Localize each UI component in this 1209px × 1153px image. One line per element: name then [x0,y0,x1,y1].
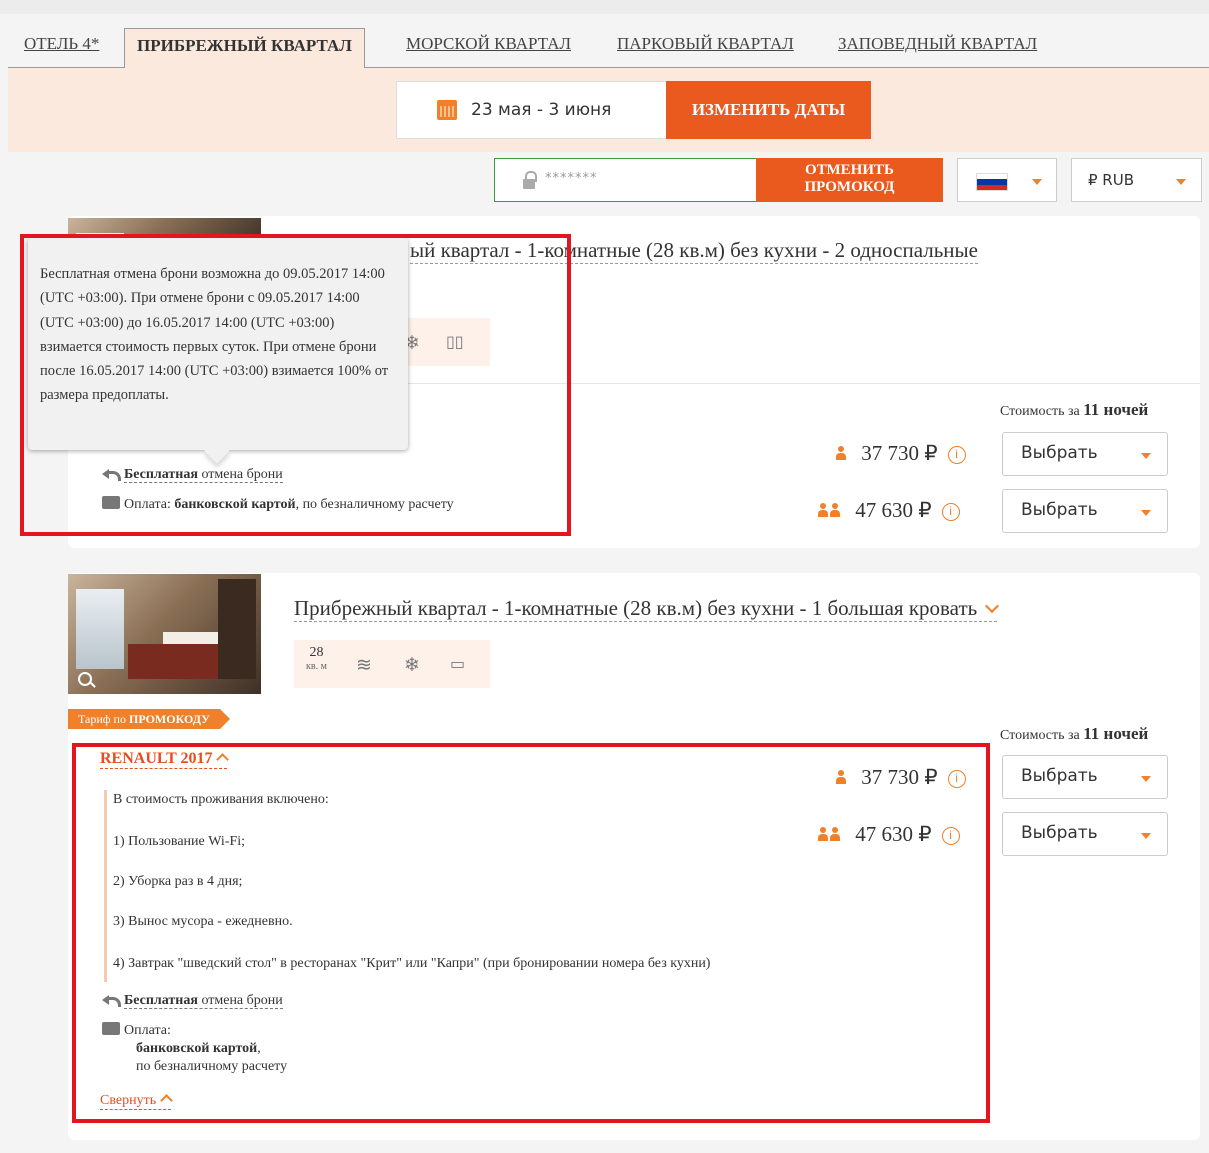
cancel-promo-button[interactable]: ОТМЕНИТЬ ПРОМОКОД [756,158,943,202]
lock-icon [523,171,537,189]
promo-code-input[interactable]: ******* [494,158,756,202]
price-one-guest: 37 730 ₽ i [836,441,966,466]
cancel-promo-label-line-1: ОТМЕНИТЬ [805,162,894,178]
tab-park-quarter[interactable]: ПАРКОВЫЙ КВАРТАЛ [617,34,794,54]
room-photo[interactable] [68,574,261,694]
guest-icon [836,446,846,460]
chevron-down-icon [1176,179,1186,185]
wifi-icon: ≋ [356,654,372,676]
room-area: 28 кв. м [306,645,327,673]
tab-coastal-quarter[interactable]: ПРИБРЕЖНЫЙ КВАРТАЛ [124,28,365,69]
cost-label: Стоимость за 11 ночей [1000,724,1149,743]
air-conditioning-icon: ❄ [404,654,420,676]
cost-label: Стоимость за 11 ночей [1000,400,1149,419]
zoom-icon[interactable] [78,672,92,686]
room-amenities: 28 кв. м ≋ ❄ ▭ [294,640,490,688]
price-two-guests: 47 630 ₽ i [818,498,960,523]
currency-dropdown[interactable]: ₽ RUB [1071,158,1202,202]
select-button[interactable]: Выбрать [1002,489,1168,533]
cancel-promo-label-line-2: ПРОМОКОД [804,179,895,195]
highlight-box [20,234,571,536]
tab-hotel[interactable]: ОТЕЛЬ 4* [24,34,99,54]
chevron-down-icon [985,598,1000,614]
select-button[interactable]: Выбрать [1002,755,1168,799]
promo-tariff-badge: Тариф по ПРОМОКОДУ [68,709,230,729]
chevron-down-icon [1141,833,1151,839]
info-icon[interactable]: i [941,503,960,521]
date-range-field[interactable]: 23 мая - 3 июня [396,81,668,139]
chevron-down-icon [1141,776,1151,782]
double-bed-icon: ▭ [450,654,466,673]
select-button[interactable]: Выбрать [1002,432,1168,476]
promo-code-value: ******* [545,171,598,186]
date-range-text: 23 мая - 3 июня [471,100,612,120]
change-dates-button[interactable]: ИЗМЕНИТЬ ДАТЫ [666,81,871,139]
info-icon[interactable]: i [947,446,966,464]
chevron-down-icon [1141,510,1151,516]
guest-icon [818,503,828,517]
language-dropdown[interactable] [957,158,1057,202]
chevron-down-icon [1032,179,1042,185]
highlight-box [72,743,990,1123]
chevron-down-icon [1141,453,1151,459]
tab-sea-quarter[interactable]: МОРСКОЙ КВАРТАЛ [406,34,571,54]
select-button[interactable]: Выбрать [1002,812,1168,856]
tab-reserve-quarter[interactable]: ЗАПОВЕДНЫЙ КВАРТАЛ [838,34,1037,54]
top-edge [0,0,1209,14]
tab-bar: ОТЕЛЬ 4* ПРИБРЕЖНЫЙ КВАРТАЛ МОРСКОЙ КВАР… [8,24,1209,69]
guest-icon [830,503,840,517]
calendar-icon [437,100,457,120]
russia-flag-icon [976,173,1008,191]
currency-label: ₽ RUB [1088,171,1135,189]
room-title[interactable]: Прибрежный квартал - 1-комнатные (28 кв.… [294,596,1000,622]
